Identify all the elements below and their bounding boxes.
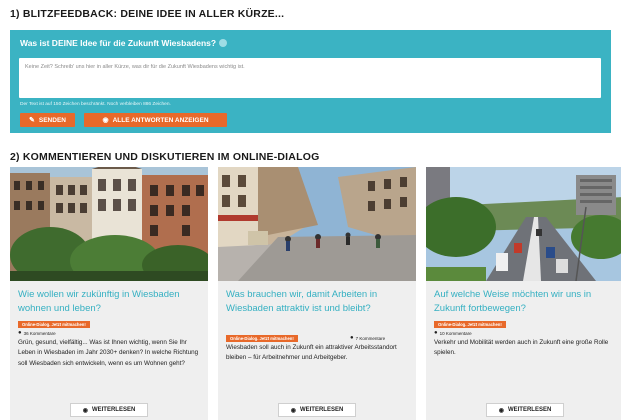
pencil-icon: ✎ — [29, 117, 35, 124]
comment-count-text: 36 Kommentare — [23, 330, 56, 336]
card-image-traffic[interactable] — [426, 167, 621, 281]
speech-bubble-icon: ● — [18, 330, 22, 336]
status-badge: Online-Dialog. Jetzt mitmachen! — [226, 335, 298, 342]
read-more-label: WEITERLESEN — [299, 407, 344, 413]
read-more-label: WEITERLESEN — [507, 407, 552, 413]
feedback-textarea[interactable] — [19, 58, 601, 98]
speech-bubble-icon: ● — [434, 330, 438, 336]
send-button-label: SENDEN — [38, 116, 66, 124]
card-title[interactable]: Was brauchen wir, damit Arbeiten in Wies… — [226, 288, 410, 316]
show-all-answers-button[interactable]: ◉ ALLE ANTWORTEN ANZEIGEN — [84, 113, 227, 127]
card-description: Verkehr und Mobilität werden auch in Zuk… — [434, 339, 609, 357]
show-all-answers-label: ALLE ANTWORTEN ANZEIGEN — [112, 116, 209, 124]
card-image-shopping-street[interactable] — [218, 167, 416, 281]
comment-count: ● 36 Kommentare — [18, 330, 56, 336]
eye-icon: ◉ — [290, 407, 296, 414]
info-icon[interactable] — [219, 39, 228, 47]
section-title-online-dialog: 2) KOMMENTIEREN UND DISKUTIEREN IM ONLIN… — [10, 151, 320, 163]
card-description: Grün, gesund, vielfältig... Was ist Ihne… — [18, 339, 199, 367]
read-more-button[interactable]: ◉ WEITERLESEN — [278, 403, 356, 417]
topic-card-mobilitaet: Auf welche Weise möchten wir uns in Zuku… — [426, 167, 621, 420]
send-button[interactable]: ✎ SENDEN — [20, 113, 75, 127]
card-image-housing[interactable] — [10, 167, 208, 281]
eye-icon: ◉ — [102, 117, 109, 124]
feedback-question-text: Was ist DEINE Idee für die Zukunft Wiesb… — [20, 38, 217, 48]
status-badge: Online-Dialog. Jetzt mitmachen! — [18, 321, 90, 328]
comment-count-text: 7 Kommentare — [355, 335, 386, 341]
read-more-button[interactable]: ◉ WEITERLESEN — [70, 403, 148, 417]
read-more-button[interactable]: ◉ WEITERLESEN — [486, 403, 564, 417]
speech-bubble-icon: ● — [350, 335, 354, 341]
eye-icon: ◉ — [498, 407, 504, 414]
topic-card-arbeiten: Was brauchen wir, damit Arbeiten in Wies… — [218, 167, 416, 420]
comment-count: ● 7 Kommentare — [350, 335, 385, 341]
eye-icon: ◉ — [82, 407, 88, 414]
card-description: Wiesbaden soll auch in Zukunft ein attra… — [226, 344, 397, 362]
card-title[interactable]: Wie wollen wir zukünftig in Wiesbaden wo… — [18, 288, 202, 316]
card-title[interactable]: Auf welche Weise möchten wir uns in Zuku… — [434, 288, 618, 316]
section-title-blitzfeedback: 1) BLITZFEEDBACK: DEINE IDEE IN ALLER KÜ… — [10, 8, 285, 20]
status-badge: Online-Dialog. Jetzt mitmachen! — [434, 321, 506, 328]
character-limit-hint: Der Text ist auf 150 Zeichen beschränkt.… — [20, 102, 171, 107]
topic-card-wohnen: Wie wollen wir zukünftig in Wiesbaden wo… — [10, 167, 208, 420]
feedback-question: Was ist DEINE Idee für die Zukunft Wiesb… — [20, 38, 228, 48]
comment-count: ● 10 Kommentare — [434, 330, 472, 336]
feedback-box: Was ist DEINE Idee für die Zukunft Wiesb… — [10, 30, 611, 133]
comment-count-text: 10 Kommentare — [439, 330, 472, 336]
read-more-label: WEITERLESEN — [91, 407, 136, 413]
